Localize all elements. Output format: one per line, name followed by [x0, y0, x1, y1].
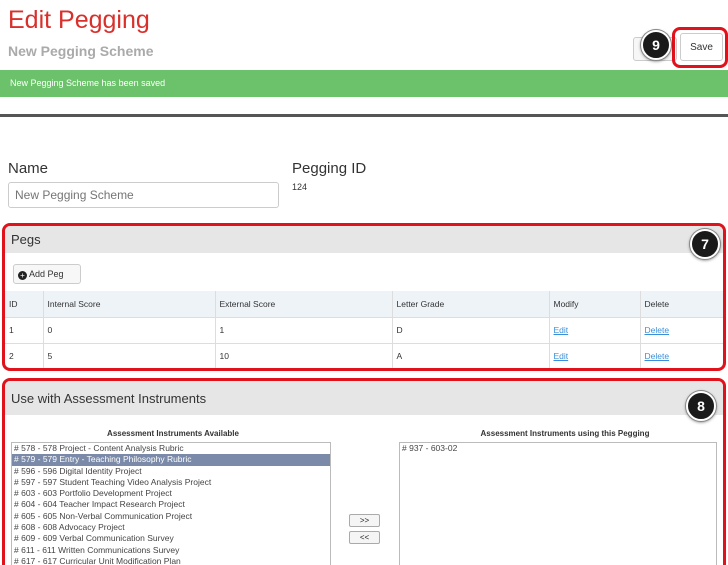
delete-link[interactable]: Delete	[645, 325, 670, 335]
cell-internal: 0	[43, 316, 216, 343]
save-button[interactable]: Save	[680, 33, 723, 61]
add-instrument-button[interactable]: >>	[349, 514, 380, 527]
remove-instrument-button[interactable]: <<	[349, 531, 380, 544]
cell-internal: 5	[43, 342, 216, 368]
instruments-section: Use with Assessment Instruments Assessme…	[2, 378, 726, 565]
list-item[interactable]: # 604 - 604 Teacher Impact Research Proj…	[12, 499, 330, 510]
list-item-selected[interactable]: # 579 - 579 Entry - Teaching Philosophy …	[12, 454, 330, 466]
col-external-score: External Score	[215, 291, 393, 317]
list-item[interactable]: # 608 - 608 Advocacy Project	[12, 522, 330, 533]
edit-link[interactable]: Edit	[554, 351, 569, 361]
pegs-title: Pegs	[5, 226, 723, 253]
table-header-row: ID Internal Score External Score Letter …	[5, 291, 723, 317]
col-letter-grade: Letter Grade	[392, 291, 550, 317]
cell-id: 1	[5, 316, 44, 343]
page-subtitle: New Pegging Scheme	[8, 43, 154, 59]
col-internal-score: Internal Score	[43, 291, 216, 317]
cell-delete: Delete	[640, 316, 723, 343]
name-input[interactable]	[8, 182, 279, 208]
edit-link[interactable]: Edit	[554, 325, 569, 335]
cell-external: 10	[215, 342, 393, 368]
callout-badge-8: 8	[686, 391, 716, 421]
list-item[interactable]: # 609 - 609 Verbal Communication Survey	[12, 533, 330, 544]
add-peg-label: Add Peg	[29, 268, 64, 279]
callout-badge-9: 9	[641, 30, 671, 60]
list-item[interactable]: # 596 - 596 Digital Identity Project	[12, 466, 330, 477]
divider	[0, 114, 728, 117]
col-modify: Modify	[549, 291, 641, 317]
col-id: ID	[5, 291, 44, 317]
using-list[interactable]: # 937 - 603-02	[399, 442, 717, 565]
list-item[interactable]: # 603 - 603 Portfolio Development Projec…	[12, 488, 330, 499]
pegging-id-label: Pegging ID	[292, 160, 367, 177]
pegs-section: Pegs + Add Peg ID Internal Score External…	[2, 223, 726, 371]
list-item[interactable]: # 605 - 605 Non-Verbal Communication Pro…	[12, 511, 330, 522]
cell-id: 2	[5, 342, 44, 368]
cell-external: 1	[215, 316, 393, 343]
col-delete: Delete	[640, 291, 723, 317]
pegs-table: ID Internal Score External Score Letter …	[5, 291, 723, 368]
instruments-title: Use with Assessment Instruments	[5, 381, 723, 415]
page-title: Edit Pegging	[8, 6, 150, 34]
cell-grade: A	[392, 342, 550, 368]
plus-icon: +	[18, 270, 27, 280]
callout-badge-7: 7	[690, 229, 720, 259]
cell-delete: Delete	[640, 342, 723, 368]
success-alert: New Pegging Scheme has been saved	[0, 70, 728, 97]
using-label: Assessment Instruments using this Peggin…	[480, 429, 650, 438]
delete-link[interactable]: Delete	[645, 351, 670, 361]
pegging-id-value: 124	[292, 182, 308, 192]
available-label: Assessment Instruments Available	[107, 429, 239, 438]
list-item[interactable]: # 597 - 597 Student Teaching Video Analy…	[12, 477, 330, 488]
add-peg-button[interactable]: + Add Peg	[13, 264, 81, 284]
available-list[interactable]: # 578 - 578 Project - Content Analysis R…	[11, 442, 331, 565]
list-item[interactable]: # 611 - 611 Written Communications Surve…	[12, 545, 330, 556]
list-item[interactable]: # 578 - 578 Project - Content Analysis R…	[12, 443, 330, 454]
table-row: 1 0 1 D Edit Delete	[5, 316, 723, 343]
cell-modify: Edit	[549, 342, 641, 368]
cell-modify: Edit	[549, 316, 641, 343]
list-item[interactable]: # 937 - 603-02	[400, 443, 716, 454]
name-label: Name	[8, 160, 49, 177]
table-row: 2 5 10 A Edit Delete	[5, 342, 723, 368]
list-item[interactable]: # 617 - 617 Curricular Unit Modification…	[12, 556, 330, 565]
cell-grade: D	[392, 316, 550, 343]
